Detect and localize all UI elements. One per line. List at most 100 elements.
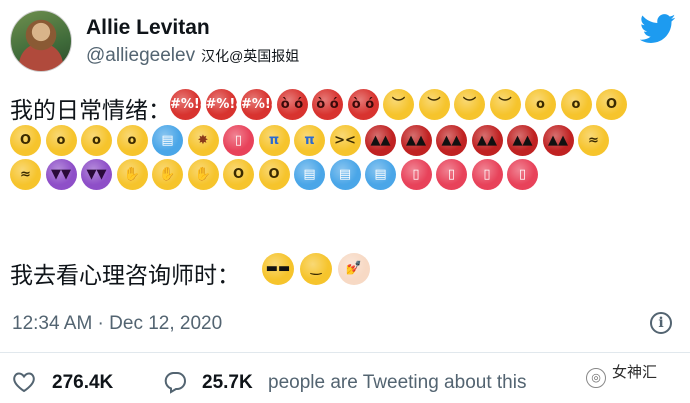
ogre-face-icon: ▲▲: [471, 125, 503, 156]
woozy-face-icon: ≈: [578, 125, 609, 156]
cursing-face-icon: #%!&: [170, 89, 212, 120]
emoji-glyph: ︶: [391, 97, 405, 112]
yawning-face-icon: ✋: [152, 159, 183, 190]
ogre-face-icon: ▲▲: [436, 125, 467, 156]
emoji-glyph: ▤: [303, 167, 316, 182]
emoji-glyph: ò ó: [351, 97, 375, 112]
divider: [0, 352, 690, 353]
emoji-glyph: ︶: [498, 97, 512, 112]
emoji-glyph: ▲▲: [441, 133, 462, 148]
emoji-glyph: ▯: [447, 167, 456, 182]
heart-icon[interactable]: [12, 371, 36, 393]
emoji-glyph: ▲▲: [548, 133, 568, 148]
pouting-face-icon: ò ó: [276, 89, 308, 120]
emoji-glyph: ▯: [518, 167, 527, 182]
hot-face-icon: ▯: [436, 159, 467, 190]
emoji-glyph: π: [268, 133, 280, 148]
yawning-face-icon: ✋: [116, 159, 148, 190]
screaming-face-icon: O: [596, 89, 627, 120]
reply-bubble-icon[interactable]: [163, 370, 187, 394]
cursing-face-icon: #%!&: [205, 89, 247, 120]
emoji-glyph: ✋: [159, 167, 176, 182]
translation-credit: 汉化@英国报姐: [201, 48, 300, 64]
reply-count[interactable]: 25.7K: [202, 372, 253, 394]
emoji-glyph: #%!&: [205, 97, 247, 112]
pouting-face-icon: ò ó: [347, 89, 379, 120]
downcast-sweat-face-icon: ︶: [489, 89, 521, 120]
watermark: ◎ 女神汇: [586, 361, 657, 388]
emoji-glyph: ▤: [374, 167, 387, 182]
hot-face-icon: ▯: [471, 159, 503, 190]
daily-mood-label: 我的日常情绪：: [10, 97, 171, 123]
emoji-glyph: o: [56, 133, 66, 148]
cold-face-icon: ▤: [294, 159, 325, 190]
hot-face-icon: ▯: [400, 159, 432, 190]
tweet-timestamp[interactable]: 12:34 AM · Dec 12, 2020: [12, 313, 222, 335]
info-icon[interactable]: i: [650, 312, 672, 334]
ogre-face-icon: ▲▲: [507, 125, 538, 156]
fearful-face-icon: o: [116, 125, 148, 156]
emoji-glyph: ▤: [338, 167, 352, 182]
avatar[interactable]: [10, 10, 72, 72]
user-handle[interactable]: @alliegeelev: [86, 45, 195, 66]
emoji-glyph: ▲▲: [512, 133, 533, 148]
emoji-glyph: ▼▼: [51, 167, 71, 182]
therapy-label: 我去看心理咨询师时：: [10, 262, 240, 288]
emoji-glyph: o: [571, 97, 581, 112]
screaming-face-icon: O: [258, 159, 290, 190]
screaming-face-icon: O: [10, 125, 41, 156]
emoji-glyph: O: [232, 167, 245, 182]
emoji-glyph: π: [304, 133, 315, 148]
angry-devil-face-icon: ▼▼: [81, 159, 112, 190]
emoji-glyph: ▼▼: [86, 167, 107, 182]
emoji-glyph: ▲▲: [406, 133, 426, 148]
watermark-text: 女神汇: [612, 364, 658, 381]
emoji-glyph: O: [605, 97, 618, 112]
emoji-glyph: ≈: [20, 167, 31, 182]
crying-face-icon: π: [258, 125, 290, 156]
sunglasses-face-icon: ▬▬: [262, 253, 294, 285]
reply-activity-text[interactable]: people are Tweeting about this: [268, 372, 526, 394]
emoji-glyph: ✸: [197, 133, 209, 148]
emoji-glyph: ≈: [588, 133, 599, 148]
emoji-glyph: ︶: [427, 97, 441, 112]
hot-face-icon: ▯: [223, 125, 254, 156]
emoji-glyph: O: [19, 133, 32, 148]
emoji-glyph: ò ó: [280, 97, 304, 112]
crying-face-icon: π: [294, 125, 325, 156]
emoji-glyph: ✋: [123, 167, 141, 182]
ogre-face-icon: ▲▲: [542, 125, 574, 156]
hot-face-icon: ▯: [507, 159, 538, 190]
pouting-face-icon: ò ó: [312, 89, 343, 120]
twitter-bird-icon[interactable]: [640, 14, 676, 44]
user-display-name[interactable]: Allie Levitan: [86, 16, 210, 40]
watermark-logo-icon: ◎: [586, 368, 606, 388]
yawning-face-icon: ✋: [187, 159, 219, 190]
woozy-face-icon: ≈: [10, 159, 41, 190]
downcast-sweat-face-icon: ︶: [383, 89, 414, 120]
downcast-sweat-face-icon: ︶: [418, 89, 450, 120]
emoji-glyph: ▬▬: [265, 261, 291, 276]
emoji-glyph: ▯: [234, 133, 243, 148]
exploding-head-icon: ✸: [187, 125, 219, 156]
emoji-glyph: #%!&: [170, 97, 212, 112]
anxious-sweat-face-icon: o: [560, 89, 592, 120]
emoji-glyph: o: [92, 133, 101, 148]
cold-face-icon: ▤: [365, 159, 396, 190]
emoji-glyph: ✋: [194, 167, 212, 182]
cold-face-icon: ▤: [152, 125, 183, 156]
user-handle-line: @alliegeelev 汉化@英国报姐: [86, 45, 299, 67]
emoji-glyph: #%!&: [241, 97, 283, 112]
cursing-face-icon: #%!&: [241, 89, 283, 120]
emoji-glyph: o: [127, 133, 137, 148]
nail-polish-icon: 💅: [338, 253, 370, 285]
emoji-glyph: O: [268, 167, 280, 182]
emoji-glyph: ><: [334, 133, 356, 148]
screaming-face-icon: O: [223, 159, 254, 190]
downcast-sweat-face-icon: ︶: [454, 89, 485, 120]
angry-devil-face-icon: ▼▼: [45, 159, 77, 190]
like-count[interactable]: 276.4K: [52, 372, 113, 394]
emoji-glyph: ︶: [462, 97, 476, 112]
slightly-smiling-face-icon: ‿: [300, 253, 332, 285]
fearful-face-icon: o: [81, 125, 112, 156]
